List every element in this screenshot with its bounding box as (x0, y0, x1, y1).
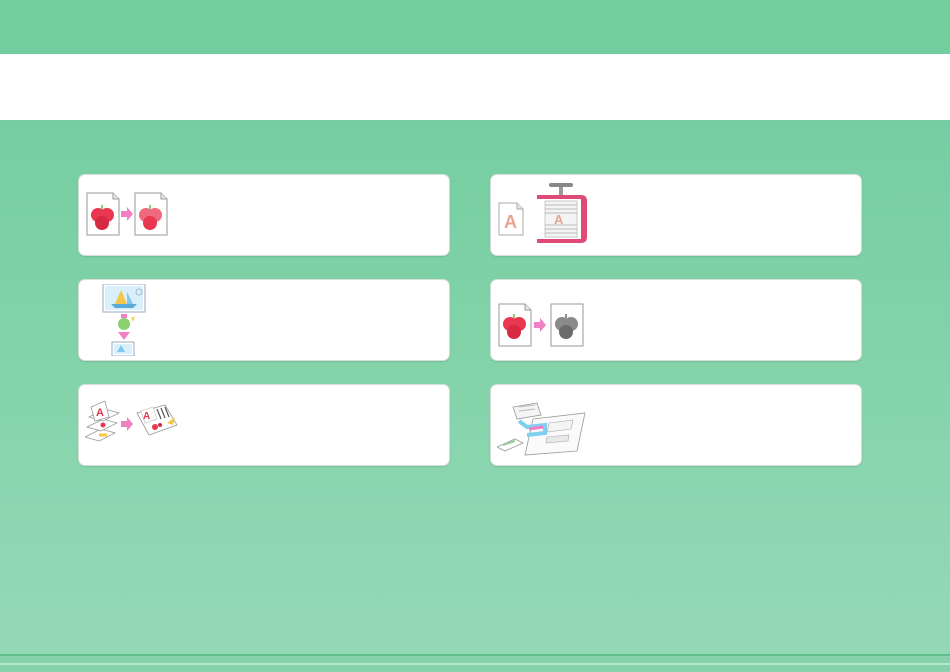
compress-file-icon: A A (498, 183, 587, 243)
svg-text:A: A (96, 407, 104, 419)
svg-text:A: A (504, 212, 517, 232)
combine-pages-icon: A A (85, 400, 178, 442)
footer-line (0, 663, 950, 665)
color-to-grayscale-card[interactable] (491, 280, 861, 360)
document-network-icon (497, 402, 586, 456)
combine-pages-card[interactable]: A A (79, 385, 449, 465)
scan-to-color-icon (86, 192, 168, 236)
color-to-grayscale-icon (498, 303, 584, 347)
svg-text:A: A (554, 212, 564, 227)
image-resize-card[interactable] (79, 280, 449, 360)
top-bar (0, 0, 950, 54)
footer-line (0, 654, 950, 656)
compress-file-card[interactable]: A A (491, 175, 861, 255)
svg-text:A: A (143, 411, 150, 422)
scan-to-color-card[interactable] (79, 175, 449, 255)
footer-bar (0, 654, 950, 672)
title-bar (0, 54, 950, 120)
document-network-card[interactable] (491, 385, 861, 465)
image-resize-icon (102, 284, 146, 356)
